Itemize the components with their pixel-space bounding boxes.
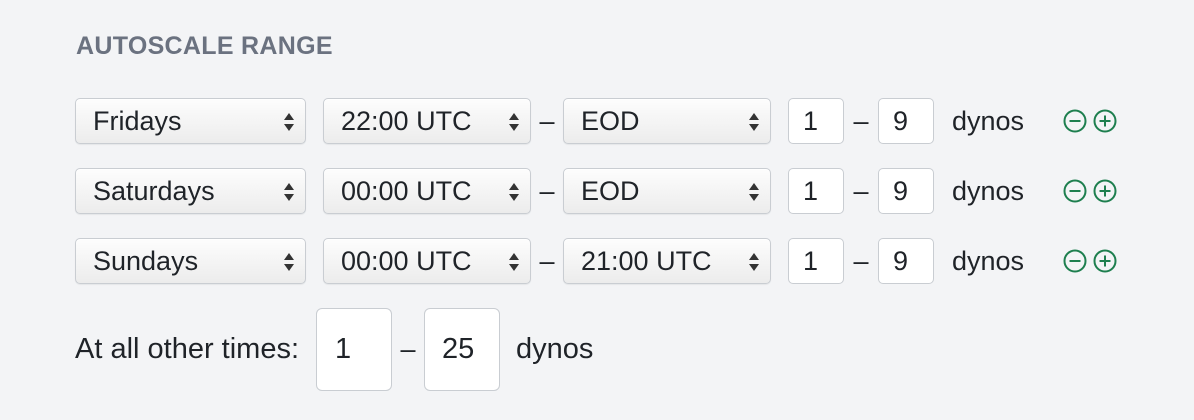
max-dynos-input[interactable]: 9 — [878, 238, 934, 284]
start-time-value: 22:00 UTC — [341, 106, 472, 136]
default-dynos-unit-label: dynos — [516, 333, 594, 365]
plus-circle-icon[interactable] — [1092, 178, 1118, 204]
start-time-select[interactable]: 00:00 UTC — [323, 238, 531, 284]
day-select[interactable]: Sundays — [75, 238, 306, 284]
default-range-separator: – — [400, 334, 416, 364]
time-range-separator: – — [539, 175, 555, 206]
start-time-select[interactable]: 00:00 UTC — [323, 168, 531, 214]
min-dynos-input[interactable]: 1 — [788, 238, 844, 284]
chevron-up-down-icon — [508, 110, 520, 134]
day-select[interactable]: Saturdays — [75, 168, 306, 214]
min-dynos-input[interactable]: 1 — [788, 98, 844, 144]
day-select-value: Fridays — [93, 106, 182, 136]
chevron-up-down-icon — [508, 250, 520, 274]
chevron-up-down-icon — [283, 110, 295, 134]
chevron-up-down-icon — [508, 180, 520, 204]
dyno-range-separator: – — [853, 175, 869, 206]
section-title: AUTOSCALE RANGE — [76, 32, 333, 60]
row-actions — [1062, 178, 1118, 204]
dyno-range-separator: – — [853, 245, 869, 276]
chevron-up-down-icon — [748, 110, 760, 134]
start-time-value: 00:00 UTC — [341, 176, 472, 206]
day-select[interactable]: Fridays — [75, 98, 306, 144]
end-time-select[interactable]: EOD — [563, 168, 771, 214]
default-range-label: At all other times: — [75, 333, 300, 365]
chevron-up-down-icon — [283, 180, 295, 204]
chevron-up-down-icon — [283, 250, 295, 274]
min-dynos-input[interactable]: 1 — [788, 168, 844, 214]
end-time-select[interactable]: 21:00 UTC — [563, 238, 771, 284]
end-time-value: EOD — [581, 106, 640, 136]
row-actions — [1062, 108, 1118, 134]
plus-circle-icon[interactable] — [1092, 108, 1118, 134]
schedule-row: Fridays 22:00 UTC – EOD 1 – 9 dynos — [75, 98, 1118, 144]
end-time-value: 21:00 UTC — [581, 246, 712, 276]
dyno-range-separator: – — [853, 105, 869, 136]
schedule-row: Sundays 00:00 UTC – 21:00 UTC 1 – 9 dyno… — [75, 238, 1118, 284]
time-range-separator: – — [539, 245, 555, 276]
start-time-select[interactable]: 22:00 UTC — [323, 98, 531, 144]
default-range-row: At all other times: 1 – 25 dynos — [75, 308, 593, 391]
day-select-value: Sundays — [93, 246, 199, 276]
minus-circle-icon[interactable] — [1062, 178, 1088, 204]
minus-circle-icon[interactable] — [1062, 248, 1088, 274]
chevron-up-down-icon — [748, 250, 760, 274]
minus-circle-icon[interactable] — [1062, 108, 1088, 134]
day-select-value: Saturdays — [93, 176, 215, 206]
default-min-dynos-input[interactable]: 1 — [316, 308, 393, 391]
time-range-separator: – — [539, 105, 555, 136]
default-max-dynos-input[interactable]: 25 — [424, 308, 501, 391]
end-time-select[interactable]: EOD — [563, 98, 771, 144]
dynos-unit-label: dynos — [952, 105, 1025, 136]
start-time-value: 00:00 UTC — [341, 246, 472, 276]
max-dynos-input[interactable]: 9 — [878, 98, 934, 144]
row-actions — [1062, 248, 1118, 274]
schedule-row: Saturdays 00:00 UTC – EOD 1 – 9 dynos — [75, 168, 1118, 214]
dynos-unit-label: dynos — [952, 245, 1025, 276]
max-dynos-input[interactable]: 9 — [878, 168, 934, 214]
chevron-up-down-icon — [748, 180, 760, 204]
end-time-value: EOD — [581, 176, 640, 206]
dynos-unit-label: dynos — [952, 175, 1025, 206]
plus-circle-icon[interactable] — [1092, 248, 1118, 274]
